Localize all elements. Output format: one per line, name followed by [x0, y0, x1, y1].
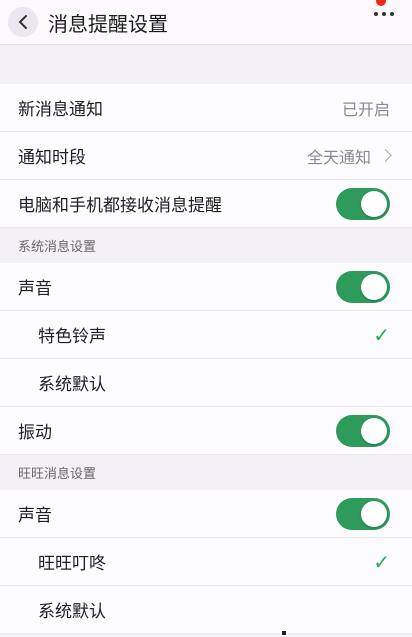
wangwang-sound-row: 声音	[0, 490, 412, 538]
system-section-title: 系统消息设置	[18, 240, 97, 255]
nav-bar: 消息提醒设置	[0, 0, 412, 45]
vibrate-toggle[interactable]	[336, 414, 390, 447]
cursor-mark	[282, 631, 286, 635]
more-button[interactable]	[374, 12, 394, 16]
chevron-left-icon	[18, 15, 27, 29]
system-sound-row: 声音	[0, 263, 412, 311]
system-sound-toggle[interactable]	[336, 270, 390, 303]
notify-period-value-wrap: 全天通知	[306, 144, 392, 168]
system-option-label: 特色铃声	[38, 327, 106, 347]
wangwang-option-row[interactable]: 系统默认	[0, 586, 412, 634]
new-message-status: 已开启	[341, 99, 390, 119]
notify-period-value: 全天通知	[306, 147, 371, 167]
system-option-row[interactable]: 系统默认	[0, 359, 412, 407]
wangwang-option-label: 旺旺叮咚	[38, 554, 106, 574]
page-title: 消息提醒设置	[48, 11, 168, 36]
system-option-label: 系统默认	[38, 375, 106, 395]
both-devices-toggle[interactable]	[336, 187, 390, 220]
notify-period-row[interactable]: 通知时段 全天通知	[0, 132, 412, 180]
vibrate-label: 振动	[18, 423, 52, 443]
checkmark-icon: ✓	[373, 322, 390, 347]
more-icon	[374, 12, 378, 16]
new-message-label: 新消息通知	[18, 100, 103, 120]
back-button[interactable]	[8, 7, 38, 37]
wangwang-sound-toggle[interactable]	[336, 497, 390, 530]
wangwang-section-title: 旺旺消息设置	[18, 467, 97, 482]
chevron-right-icon	[379, 149, 392, 162]
system-option-row[interactable]: 特色铃声 ✓	[0, 311, 412, 359]
notify-period-label: 通知时段	[18, 148, 86, 168]
wangwang-option-row[interactable]: 旺旺叮咚 ✓	[0, 538, 412, 586]
both-devices-label: 电脑和手机都接收消息提醒	[18, 196, 222, 216]
both-devices-row: 电脑和手机都接收消息提醒	[0, 180, 412, 228]
wangwang-option-label: 系统默认	[38, 602, 106, 622]
wangwang-sound-label: 声音	[18, 506, 52, 526]
new-message-notify-row[interactable]: 新消息通知 已开启	[0, 84, 412, 132]
system-sound-label: 声音	[18, 279, 52, 299]
vibrate-row: 振动	[0, 407, 412, 455]
checkmark-icon: ✓	[373, 549, 390, 574]
notification-badge	[376, 0, 386, 6]
